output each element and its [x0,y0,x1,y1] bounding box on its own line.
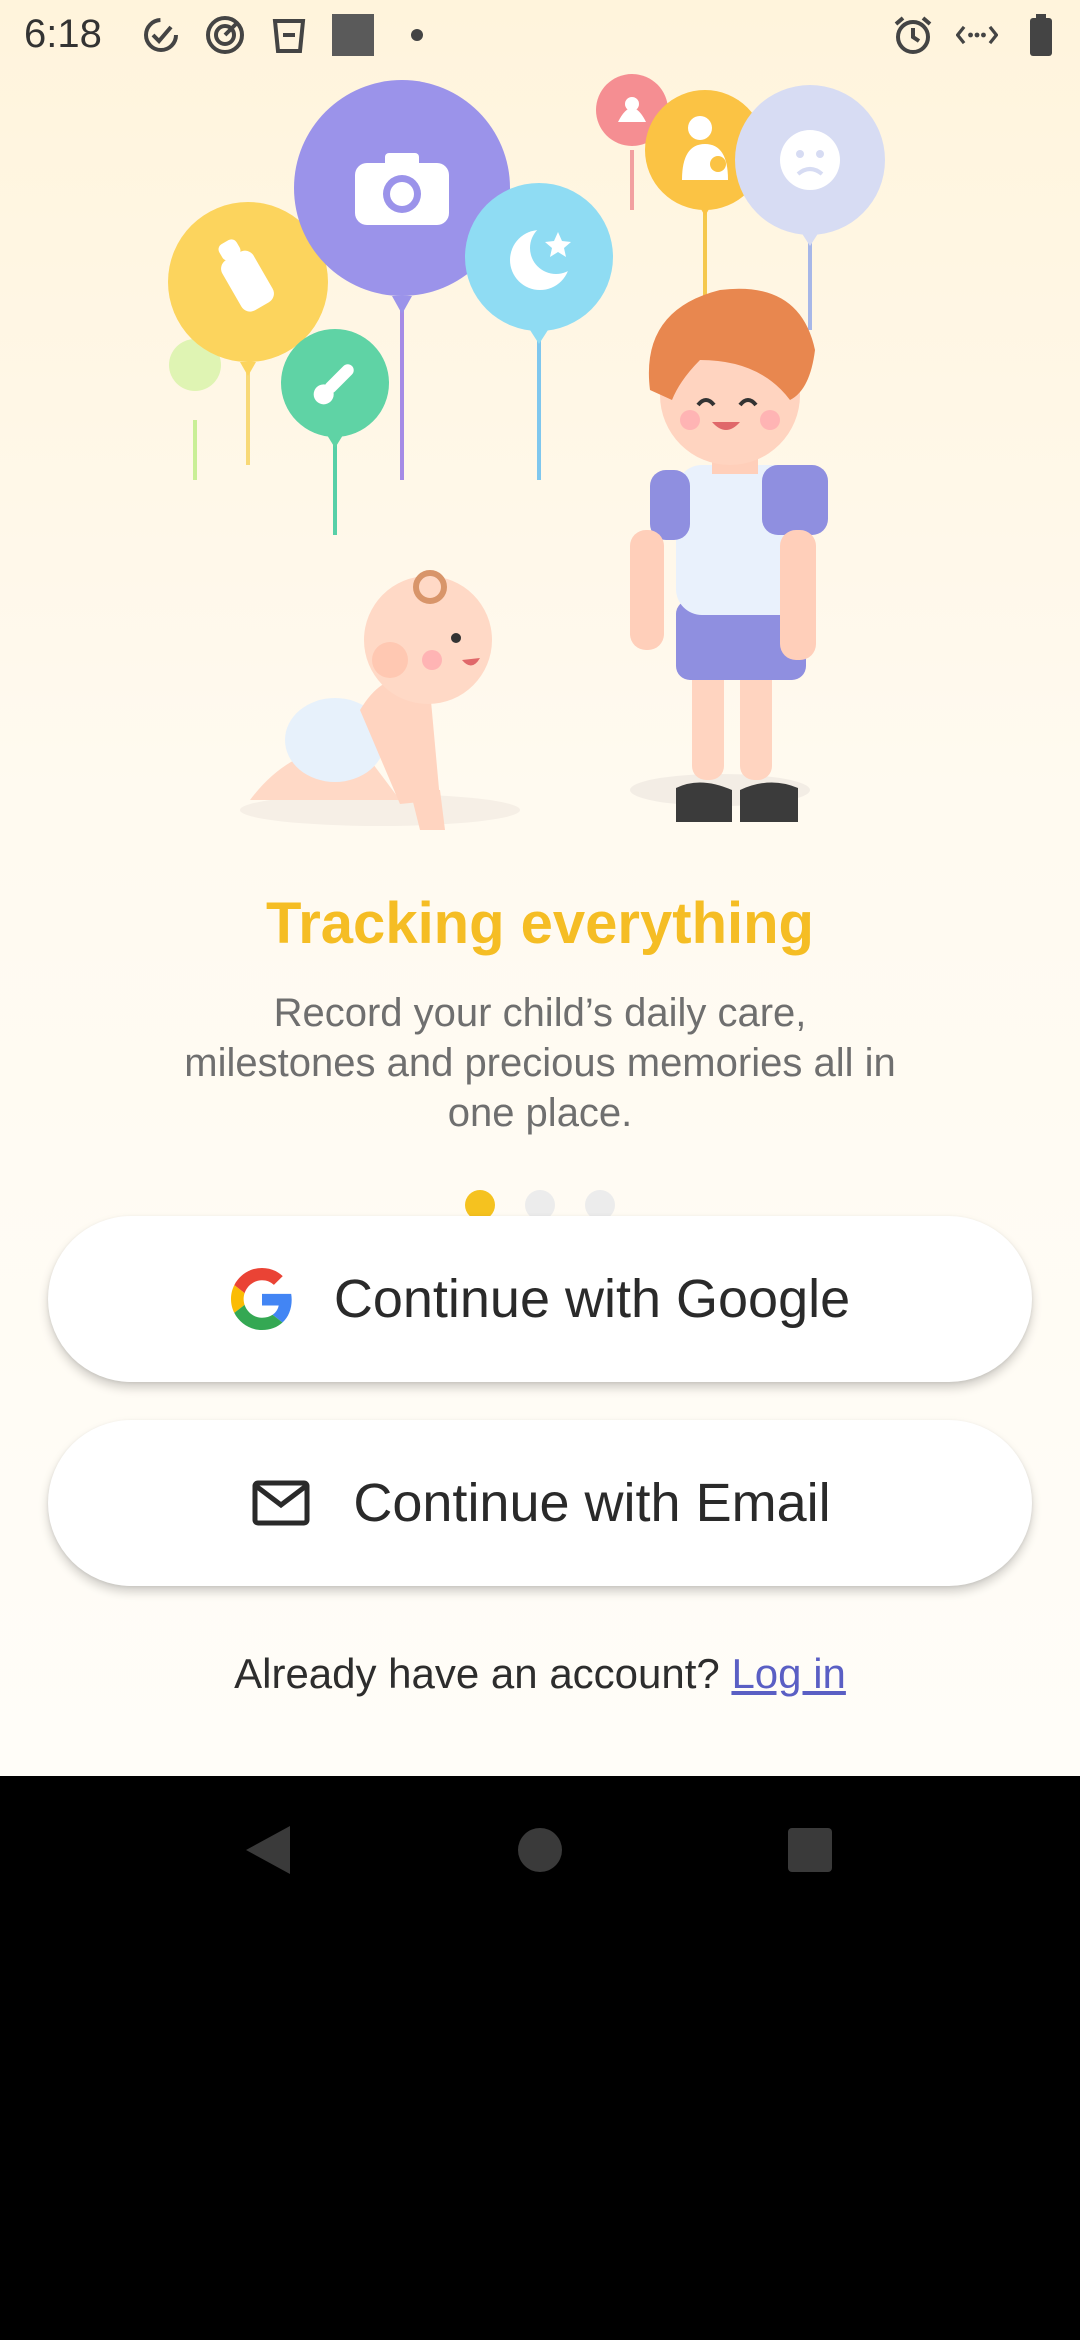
google-logo-icon [230,1267,294,1331]
recents-nav-icon[interactable] [780,1820,840,1880]
continue-with-email-button[interactable]: Continue with Email [48,1420,1032,1586]
back-nav-icon[interactable] [238,1820,298,1880]
moon-star-icon [465,183,613,344]
home-nav-icon[interactable] [510,1820,570,1880]
battery-icon [1020,14,1062,56]
alarm-icon [892,14,934,56]
dot-icon [396,14,438,56]
navigation-bar [0,1776,1080,1916]
boy-illustration [630,288,828,822]
login-row: Already have an account? Log in [0,1650,1080,1698]
login-link[interactable]: Log in [731,1650,845,1697]
data-saver-icon [956,14,998,56]
email-button-label: Continue with Email [353,1473,831,1533]
google-button-label: Continue with Google [333,1269,851,1329]
onboarding-description: Record your child’s daily care, mileston… [184,991,896,1135]
sad-face-icon [735,85,885,246]
onboarding-title: Tracking everything [266,891,814,956]
login-prompt: Already have an account? [234,1650,732,1697]
check-badge-icon [140,14,182,56]
trash-can-icon [268,14,310,56]
illustration [168,74,885,830]
mail-icon [249,1471,313,1535]
square-thumbnail-icon [332,14,374,56]
onboarding-screen: 6:18 Tracking everything Record your chi… [0,0,1080,1776]
continue-with-google-button[interactable]: Continue with Google [48,1216,1032,1382]
target-check-icon [204,14,246,56]
baby-illustration [240,570,520,830]
thermometer-icon [281,329,389,448]
status-time: 6:18 [24,12,102,56]
